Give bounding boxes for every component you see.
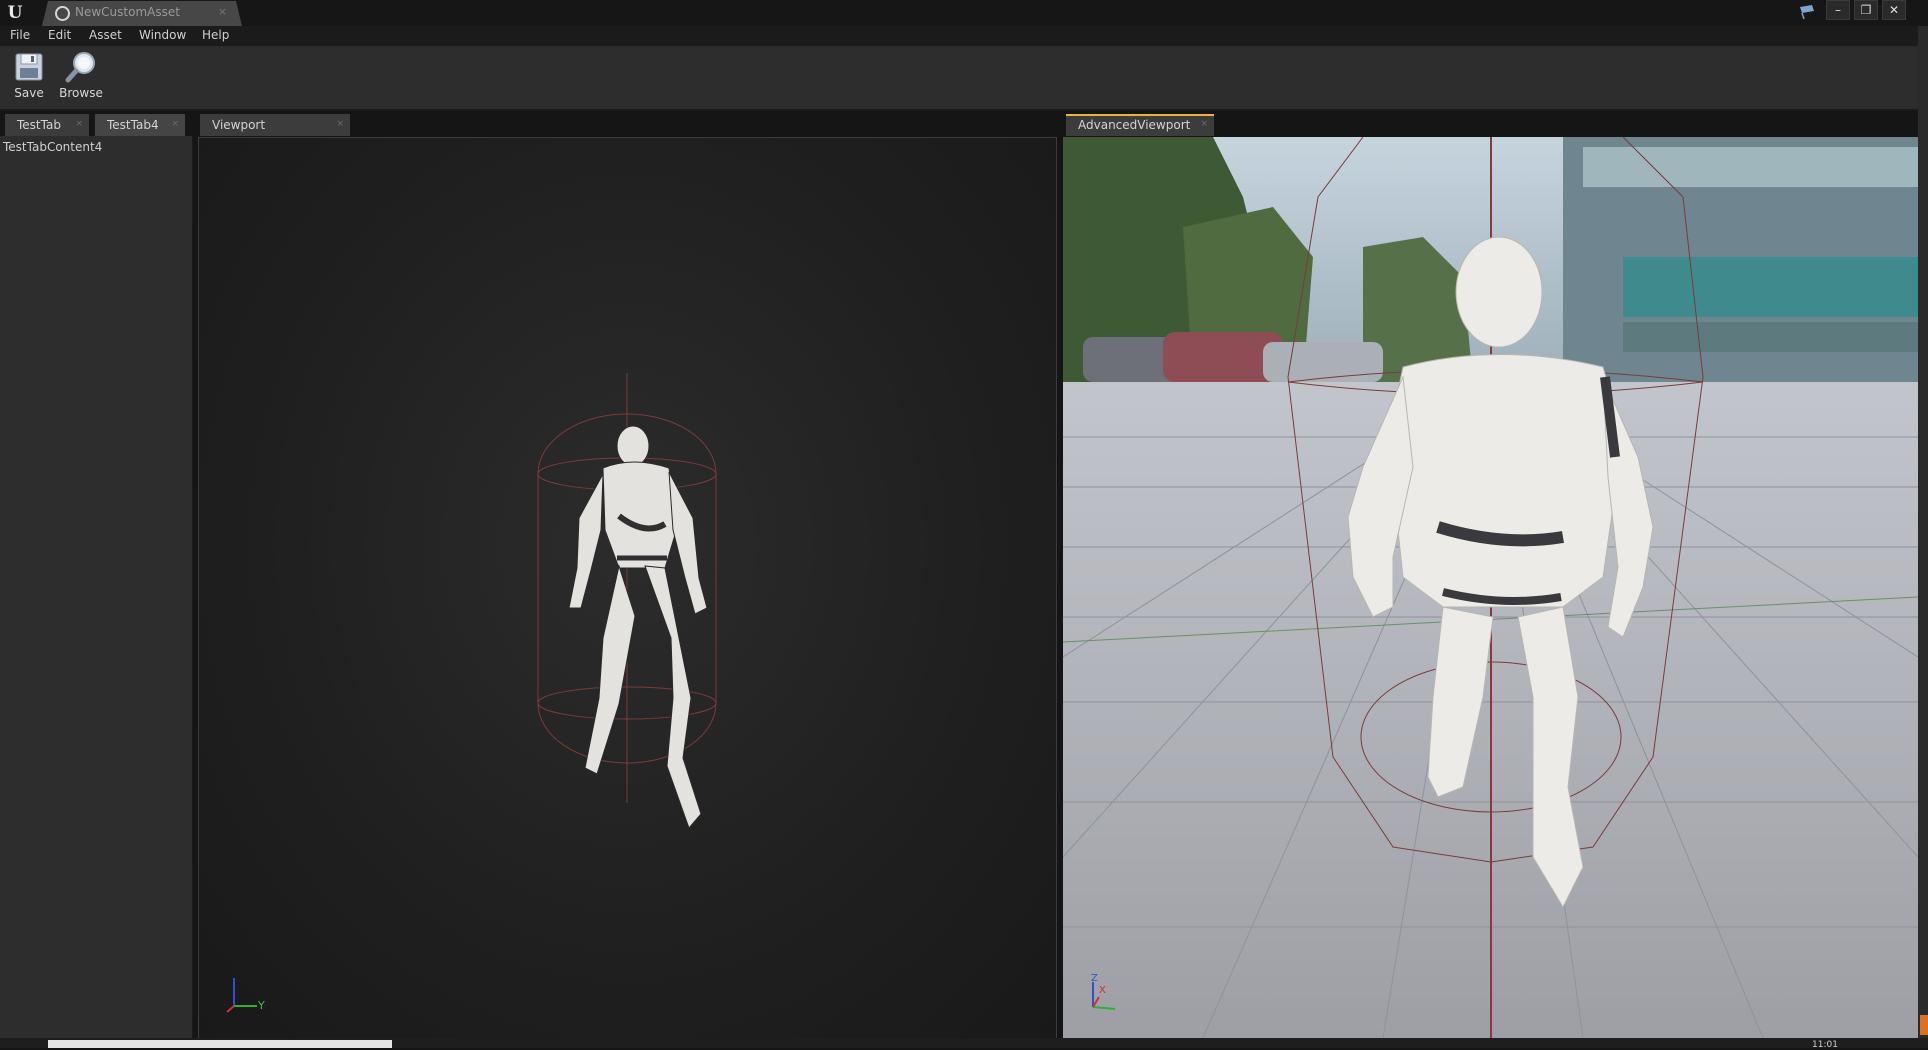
tab-close-button[interactable]: × — [336, 119, 344, 129]
restore-button[interactable]: ❐ — [1854, 0, 1878, 20]
save-icon — [13, 51, 45, 83]
window-controls: – ❐ ✕ — [1826, 0, 1906, 22]
menu-edit[interactable]: Edit — [48, 28, 71, 42]
asset-tab-label: NewCustomAsset — [75, 5, 180, 19]
menu-asset[interactable]: Asset — [89, 28, 122, 42]
title-bar — [0, 0, 1928, 26]
viewport[interactable]: Y — [198, 137, 1057, 1040]
toolbar: Save Browse — [0, 47, 1928, 111]
axis-y-label: Y — [258, 999, 265, 1012]
tab-testtab4[interactable]: TestTab4 × — [95, 114, 185, 136]
right-edge-strip — [1918, 26, 1928, 1038]
menu-window[interactable]: Window — [139, 28, 186, 42]
axis-z-label: Z — [1091, 973, 1098, 984]
viewport-scene — [226, 373, 717, 1013]
axis-gizmo — [226, 978, 257, 1013]
axis-x-label: X — [1099, 985, 1106, 996]
tab-label: TestTab — [17, 118, 61, 132]
tab-label: TestTab4 — [107, 118, 159, 132]
menu-bar: File Edit Asset Window Help — [0, 26, 1928, 47]
unreal-logo-icon[interactable]: U — [4, 2, 26, 24]
tab-testtab[interactable]: TestTab × — [5, 114, 89, 136]
advanced-viewport-scene — [1063, 137, 1918, 1038]
test-tab-panel: TestTabContent4 — [0, 136, 193, 1038]
browse-label: Browse — [59, 86, 103, 100]
tab-label: Viewport — [212, 118, 266, 132]
asset-editor-tab[interactable]: NewCustomAsset × — [42, 1, 242, 26]
feedback-flag-icon[interactable] — [1797, 3, 1817, 21]
save-button[interactable]: Save — [3, 51, 55, 107]
menu-file[interactable]: File — [10, 28, 30, 42]
close-window-button[interactable]: ✕ — [1882, 0, 1906, 20]
horizontal-scrollbar-thumb[interactable] — [48, 1040, 392, 1048]
tab-close-button[interactable]: × — [75, 119, 83, 129]
status-time: 11:01 — [1812, 1040, 1838, 1050]
tab-close-button[interactable]: × — [1200, 119, 1208, 129]
magnifier-icon — [65, 51, 97, 83]
notification-marker[interactable] — [1920, 1015, 1928, 1035]
test-tab-content: TestTabContent4 — [3, 140, 103, 154]
minimize-button[interactable]: – — [1826, 0, 1850, 20]
tab-viewport[interactable]: Viewport × — [200, 114, 350, 136]
asset-tab-close-button[interactable]: × — [218, 5, 227, 18]
browse-button[interactable]: Browse — [55, 51, 107, 107]
tab-advanced-viewport[interactable]: AdvancedViewport × — [1066, 114, 1214, 136]
menu-help[interactable]: Help — [202, 28, 229, 42]
save-label: Save — [14, 86, 44, 100]
tab-close-button[interactable]: × — [171, 119, 179, 129]
advanced-viewport[interactable]: Z X — [1063, 137, 1918, 1038]
asset-circle-icon — [55, 6, 70, 21]
tab-label: AdvancedViewport — [1078, 118, 1191, 132]
active-tab-highlight — [1066, 114, 1214, 116]
